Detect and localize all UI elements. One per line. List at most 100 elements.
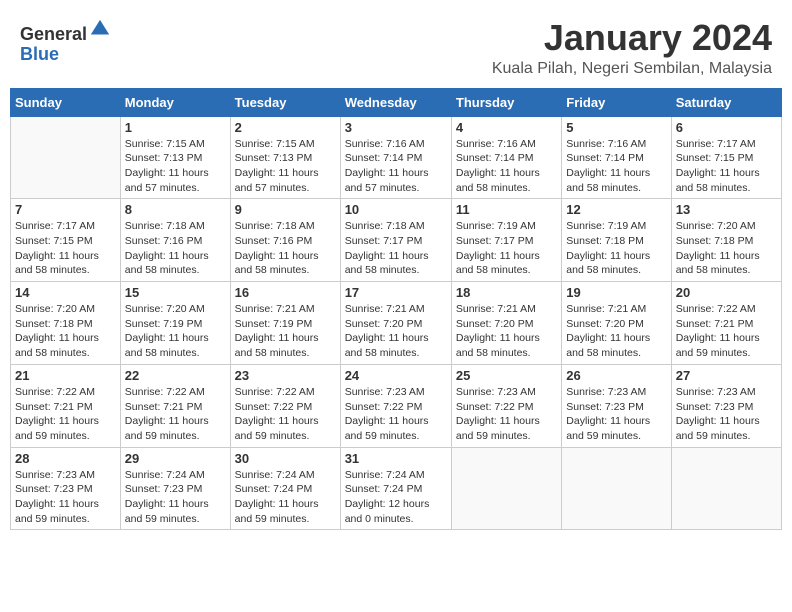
day-detail: Sunrise: 7:21 AM Sunset: 7:19 PM Dayligh… [235,302,336,361]
calendar-cell [671,447,781,530]
day-detail: Sunrise: 7:23 AM Sunset: 7:23 PM Dayligh… [676,385,777,444]
title-block: January 2024 Kuala Pilah, Negeri Sembila… [492,18,772,78]
day-number: 19 [566,285,666,300]
day-detail: Sunrise: 7:18 AM Sunset: 7:16 PM Dayligh… [125,219,226,278]
calendar-cell: 8Sunrise: 7:18 AM Sunset: 7:16 PM Daylig… [120,199,230,282]
day-detail: Sunrise: 7:20 AM Sunset: 7:18 PM Dayligh… [676,219,777,278]
day-detail: Sunrise: 7:23 AM Sunset: 7:23 PM Dayligh… [15,468,116,527]
day-number: 21 [15,368,116,383]
day-detail: Sunrise: 7:24 AM Sunset: 7:23 PM Dayligh… [125,468,226,527]
calendar-cell: 22 Sunrise: 7:22 AM Sunset: 7:21 PM Dayli… [120,364,230,447]
day-detail: Sunrise: 7:17 AM Sunset: 7:15 PM Dayligh… [676,137,777,196]
day-detail: Sunrise: 7:20 AM Sunset: 7:19 PM Dayligh… [125,302,226,361]
day-detail: Sunrise: 7:16 AM Sunset: 7:14 PM Dayligh… [345,137,447,196]
calendar-cell: 30 Sunrise: 7:24 AM Sunset: 7:24 PM Dayli… [230,447,340,530]
calendar-table: Sunday Monday Tuesday Wednesday Thursday… [10,88,782,531]
calendar-week-row: 21 Sunrise: 7:22 AM Sunset: 7:21 PM Dayli… [11,364,782,447]
calendar-cell: 31 Sunrise: 7:24 AM Sunset: 7:24 PM Dayli… [340,447,451,530]
calendar-cell: 26 Sunrise: 7:23 AM Sunset: 7:23 PM Dayli… [562,364,671,447]
calendar-cell: 4Sunrise: 7:16 AM Sunset: 7:14 PM Daylig… [451,116,561,199]
day-number: 29 [125,451,226,466]
day-detail: Sunrise: 7:21 AM Sunset: 7:20 PM Dayligh… [566,302,666,361]
day-number: 17 [345,285,447,300]
day-detail: Sunrise: 7:17 AM Sunset: 7:15 PM Dayligh… [15,219,116,278]
calendar-cell: 27 Sunrise: 7:23 AM Sunset: 7:23 PM Dayli… [671,364,781,447]
day-detail: Sunrise: 7:16 AM Sunset: 7:14 PM Dayligh… [566,137,666,196]
day-detail: Sunrise: 7:23 AM Sunset: 7:22 PM Dayligh… [345,385,447,444]
day-detail: Sunrise: 7:22 AM Sunset: 7:21 PM Dayligh… [125,385,226,444]
day-number: 28 [15,451,116,466]
calendar-cell: 17 Sunrise: 7:21 AM Sunset: 7:20 PM Dayli… [340,282,451,365]
day-number: 27 [676,368,777,383]
col-wednesday: Wednesday [340,88,451,116]
day-number: 30 [235,451,336,466]
day-number: 24 [345,368,447,383]
calendar-cell [562,447,671,530]
day-number: 26 [566,368,666,383]
day-detail: Sunrise: 7:15 AM Sunset: 7:13 PM Dayligh… [125,137,226,196]
day-number: 5 [566,120,666,135]
logo-general: General [20,24,87,44]
day-number: 7 [15,202,116,217]
day-detail: Sunrise: 7:24 AM Sunset: 7:24 PM Dayligh… [235,468,336,527]
calendar-cell: 3Sunrise: 7:16 AM Sunset: 7:14 PM Daylig… [340,116,451,199]
day-detail: Sunrise: 7:20 AM Sunset: 7:18 PM Dayligh… [15,302,116,361]
day-detail: Sunrise: 7:22 AM Sunset: 7:21 PM Dayligh… [15,385,116,444]
logo-blue: Blue [20,44,59,64]
day-number: 31 [345,451,447,466]
day-number: 13 [676,202,777,217]
logo: General Blue [20,18,111,65]
day-number: 20 [676,285,777,300]
calendar-cell: 19 Sunrise: 7:21 AM Sunset: 7:20 PM Dayli… [562,282,671,365]
col-sunday: Sunday [11,88,121,116]
calendar-cell: 21 Sunrise: 7:22 AM Sunset: 7:21 PM Dayli… [11,364,121,447]
day-detail: Sunrise: 7:21 AM Sunset: 7:20 PM Dayligh… [456,302,557,361]
calendar-cell: 11Sunrise: 7:19 AM Sunset: 7:17 PM Dayli… [451,199,561,282]
col-friday: Friday [562,88,671,116]
calendar-cell: 9Sunrise: 7:18 AM Sunset: 7:16 PM Daylig… [230,199,340,282]
day-number: 9 [235,202,336,217]
calendar-cell: 18 Sunrise: 7:21 AM Sunset: 7:20 PM Dayli… [451,282,561,365]
col-thursday: Thursday [451,88,561,116]
calendar-cell [11,116,121,199]
col-tuesday: Tuesday [230,88,340,116]
day-number: 16 [235,285,336,300]
day-detail: Sunrise: 7:22 AM Sunset: 7:22 PM Dayligh… [235,385,336,444]
calendar-cell: 7 Sunrise: 7:17 AM Sunset: 7:15 PM Daylig… [11,199,121,282]
calendar-cell: 28 Sunrise: 7:23 AM Sunset: 7:23 PM Dayli… [11,447,121,530]
calendar-cell: 16 Sunrise: 7:21 AM Sunset: 7:19 PM Dayli… [230,282,340,365]
calendar-title: January 2024 [492,18,772,58]
page-header: General Blue January 2024 Kuala Pilah, N… [10,10,782,82]
day-number: 22 [125,368,226,383]
calendar-cell: 23 Sunrise: 7:22 AM Sunset: 7:22 PM Dayli… [230,364,340,447]
calendar-cell: 10Sunrise: 7:18 AM Sunset: 7:17 PM Dayli… [340,199,451,282]
calendar-week-row: 1Sunrise: 7:15 AM Sunset: 7:13 PM Daylig… [11,116,782,199]
calendar-cell: 29 Sunrise: 7:24 AM Sunset: 7:23 PM Dayli… [120,447,230,530]
calendar-week-row: 14Sunrise: 7:20 AM Sunset: 7:18 PM Dayli… [11,282,782,365]
calendar-cell: 5 Sunrise: 7:16 AM Sunset: 7:14 PM Daylig… [562,116,671,199]
calendar-cell: 15Sunrise: 7:20 AM Sunset: 7:19 PM Dayli… [120,282,230,365]
calendar-cell: 25 Sunrise: 7:23 AM Sunset: 7:22 PM Dayli… [451,364,561,447]
header-row: Sunday Monday Tuesday Wednesday Thursday… [11,88,782,116]
day-number: 18 [456,285,557,300]
calendar-cell: 20Sunrise: 7:22 AM Sunset: 7:21 PM Dayli… [671,282,781,365]
calendar-subtitle: Kuala Pilah, Negeri Sembilan, Malaysia [492,60,772,78]
day-number: 25 [456,368,557,383]
day-detail: Sunrise: 7:23 AM Sunset: 7:23 PM Dayligh… [566,385,666,444]
col-saturday: Saturday [671,88,781,116]
calendar-cell: 24 Sunrise: 7:23 AM Sunset: 7:22 PM Dayli… [340,364,451,447]
day-number: 2 [235,120,336,135]
day-number: 23 [235,368,336,383]
day-detail: Sunrise: 7:21 AM Sunset: 7:20 PM Dayligh… [345,302,447,361]
day-detail: Sunrise: 7:16 AM Sunset: 7:14 PM Dayligh… [456,137,557,196]
day-detail: Sunrise: 7:23 AM Sunset: 7:22 PM Dayligh… [456,385,557,444]
day-number: 10 [345,202,447,217]
day-detail: Sunrise: 7:19 AM Sunset: 7:18 PM Dayligh… [566,219,666,278]
calendar-week-row: 28 Sunrise: 7:23 AM Sunset: 7:23 PM Dayli… [11,447,782,530]
col-monday: Monday [120,88,230,116]
calendar-cell: 12 Sunrise: 7:19 AM Sunset: 7:18 PM Dayli… [562,199,671,282]
calendar-cell [451,447,561,530]
day-detail: Sunrise: 7:19 AM Sunset: 7:17 PM Dayligh… [456,219,557,278]
day-number: 12 [566,202,666,217]
day-detail: Sunrise: 7:24 AM Sunset: 7:24 PM Dayligh… [345,468,447,527]
